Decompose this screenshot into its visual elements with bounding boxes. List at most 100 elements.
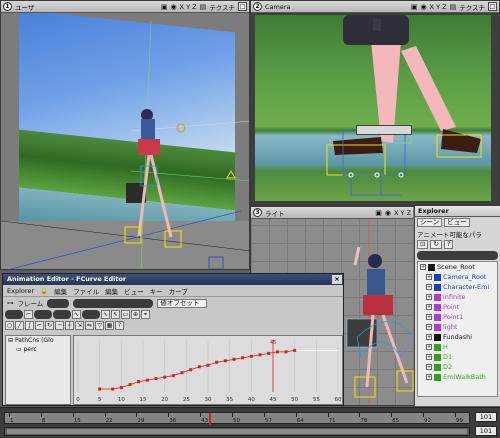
help-icon[interactable]: ?: [115, 321, 124, 330]
fcurve-key[interactable]: [215, 360, 219, 364]
fcurve-key[interactable]: [284, 350, 288, 354]
tree-node-perc[interactable]: ▭ perc: [6, 345, 70, 354]
fcurve-key[interactable]: [249, 354, 253, 358]
eye-icon[interactable]: ◉: [420, 3, 426, 11]
window-titlebar[interactable]: Animation Editor - FCurve Editor ×: [3, 274, 343, 285]
lock-icon[interactable]: 🔒: [40, 287, 48, 295]
fcurve-key[interactable]: [171, 374, 175, 378]
mirror-icon[interactable]: ⇋: [85, 321, 94, 330]
tool-field-1[interactable]: [5, 310, 23, 319]
scroll-thumb[interactable]: [7, 429, 467, 434]
fcurve-graph[interactable]: 0 5 10 15 20 25 30 35 40 45 50 55 60 45: [73, 335, 343, 405]
frame-field[interactable]: [47, 298, 70, 308]
tree-item[interactable]: + Point1: [418, 312, 497, 322]
tree-item[interactable]: + Scene_Root: [418, 262, 497, 272]
fcurve-key[interactable]: [258, 353, 262, 357]
display-mode-icon[interactable]: ▤: [200, 3, 207, 11]
axes-label[interactable]: X Y Z: [430, 3, 447, 11]
linear-icon[interactable]: ╱: [15, 321, 24, 330]
close-icon[interactable]: ×: [332, 275, 342, 284]
viewport-number[interactable]: 3: [253, 208, 262, 217]
axes-label[interactable]: X Y Z: [180, 3, 197, 11]
fcurve-key[interactable]: [137, 380, 141, 384]
display-mode-label[interactable]: テクスチ: [209, 2, 235, 12]
snap-icon[interactable]: ⌖: [141, 310, 150, 319]
axes-label[interactable]: X Y Z: [394, 209, 411, 217]
fcurve-key[interactable]: [197, 365, 201, 369]
eye-icon[interactable]: ◉: [385, 209, 391, 217]
scene-filter-dropdown[interactable]: シーン: [417, 218, 443, 227]
end-frame-field[interactable]: 101: [475, 412, 497, 422]
fcurve-key[interactable]: [98, 387, 102, 391]
timeline-scrollbar[interactable]: [4, 427, 470, 436]
menu-file[interactable]: ファイル: [73, 286, 99, 296]
expand-icon[interactable]: +: [426, 304, 432, 310]
expand-icon[interactable]: +: [426, 354, 432, 360]
playhead-marker[interactable]: [209, 413, 212, 425]
key-icon[interactable]: ⌐: [24, 310, 33, 319]
viewport-number[interactable]: 2: [253, 2, 262, 11]
tree-item[interactable]: + H: [418, 342, 497, 352]
parameter-tree[interactable]: ⊟ PathCns (Glo ▭ perc: [5, 335, 71, 405]
viewport-perspective[interactable]: 1 ユーザ ▣ ◉ X Y Z ▤ テクスチ □: [0, 0, 250, 270]
off-icon[interactable]: ○: [5, 321, 14, 330]
expand-icon[interactable]: +: [426, 324, 432, 330]
refresh-icon[interactable]: ↻: [430, 240, 442, 249]
timeline-ruler[interactable]: 1 8 15 22 29 36 43 50 57 64 71 78 85 92 99: [4, 412, 470, 425]
fcurve-key[interactable]: [293, 348, 297, 352]
fcurve-key[interactable]: [232, 357, 236, 361]
expand-icon[interactable]: +: [426, 364, 432, 370]
tree-item[interactable]: + Fundashi: [418, 332, 497, 342]
tangent-icon[interactable]: ∿: [72, 310, 81, 319]
menu-curve[interactable]: カーブ: [169, 286, 188, 296]
fcurve-key[interactable]: [206, 363, 210, 367]
fcurve-key[interactable]: [275, 350, 279, 354]
floating-toolbar[interactable]: [356, 125, 412, 135]
filter-icon[interactable]: ▽: [95, 321, 104, 330]
fcurve-key[interactable]: [128, 383, 132, 387]
viewport-number[interactable]: 1: [3, 2, 12, 11]
cycle-icon[interactable]: ↻: [45, 321, 54, 330]
maximize-icon[interactable]: □: [488, 2, 497, 11]
expand-icon[interactable]: +: [426, 314, 432, 320]
menu-edit-2[interactable]: 編集: [105, 286, 118, 296]
cursor-icon[interactable]: ↖: [111, 310, 120, 319]
display-mode-icon[interactable]: ▤: [450, 3, 457, 11]
align-icon[interactable]: ┼: [65, 321, 74, 330]
menu-key[interactable]: キー: [150, 286, 163, 296]
tree-item[interactable]: + light: [418, 322, 497, 332]
help-icon[interactable]: ?: [443, 240, 454, 249]
expand-icon[interactable]: +: [426, 344, 432, 350]
view-mode-label[interactable]: Camera: [265, 3, 291, 11]
fcurve-key[interactable]: [241, 356, 245, 360]
expand-icon[interactable]: +: [426, 374, 432, 380]
fcurve-key[interactable]: [267, 351, 271, 355]
fcurve-key[interactable]: [223, 359, 227, 363]
fcurve-key[interactable]: [111, 387, 115, 391]
tree-item[interactable]: + EmiWalkBath: [418, 372, 497, 382]
tree-item[interactable]: + D2: [418, 362, 497, 372]
constant-icon[interactable]: ⌐: [35, 321, 44, 330]
value-field[interactable]: [73, 298, 154, 308]
explorer-tree[interactable]: + Scene_Root + Camera_Root + Character-Emi + in…: [417, 261, 498, 397]
tool-field-2[interactable]: [34, 310, 52, 319]
tool-field-3[interactable]: [53, 310, 71, 319]
menu-edit[interactable]: 編集: [54, 286, 67, 296]
fcurve-chart[interactable]: 0 5 10 15 20 25 30 35 40 45 50 55 60 45: [74, 336, 342, 404]
camera-icon[interactable]: ▣: [375, 209, 382, 217]
viewport-camera[interactable]: 2 Camera ▣ ◉ X Y Z ▤ テクスチ □: [250, 0, 500, 206]
explorer-search-input[interactable]: [417, 251, 498, 260]
flatten-icon[interactable]: ─: [55, 321, 64, 330]
fcurve-key[interactable]: [119, 386, 123, 390]
view-mode-label[interactable]: ユーザ: [15, 2, 34, 12]
fcurve-key[interactable]: [189, 368, 193, 372]
lock-icon[interactable]: ⊡: [417, 240, 429, 249]
frame-all-icon[interactable]: ▭: [121, 310, 130, 319]
menu-explorer[interactable]: Explorer: [7, 287, 34, 295]
menu-view[interactable]: ビュー: [124, 286, 144, 296]
grid-icon[interactable]: ▦: [105, 321, 114, 330]
tree-item[interactable]: + infinite: [418, 292, 497, 302]
tree-node-pathcns[interactable]: ⊟ PathCns (Glo: [6, 336, 70, 345]
fcurve-key[interactable]: [163, 375, 167, 379]
expand-icon[interactable]: +: [426, 274, 432, 280]
